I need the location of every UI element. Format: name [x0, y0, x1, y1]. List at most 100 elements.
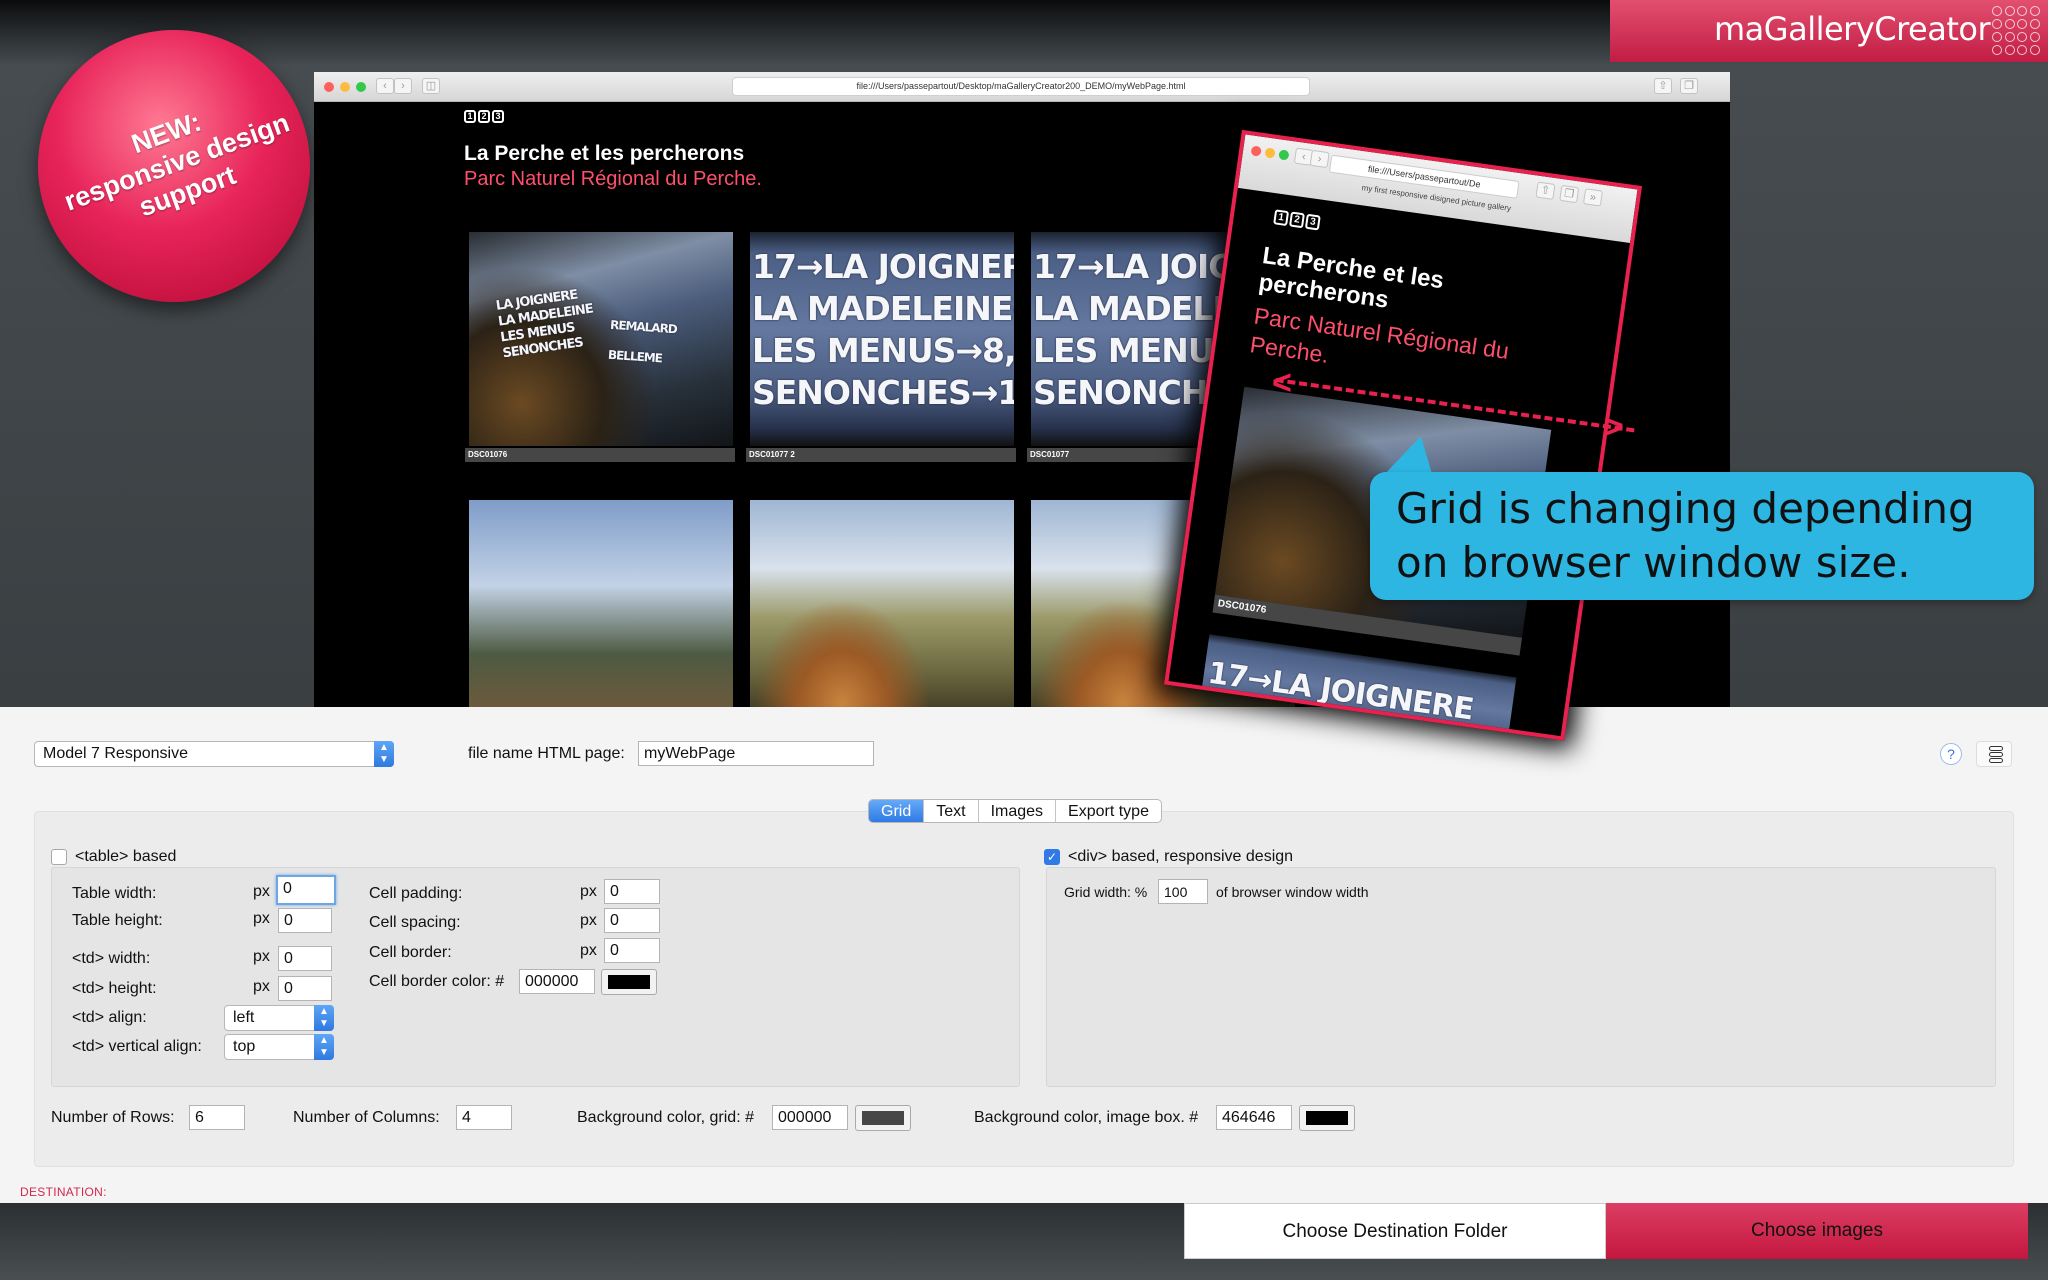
- td-height-label: <td> height:: [72, 980, 157, 997]
- bg-box-label: Background color, image box. #: [974, 1109, 1199, 1126]
- brand-header: maGalleryCreator: [1610, 0, 2048, 62]
- chevron-updown-icon: ▲ ▼: [314, 1034, 334, 1060]
- help-button[interactable]: ?: [1940, 743, 1962, 765]
- color-swatch-fill: [862, 1111, 904, 1125]
- px-unit: px: [580, 942, 597, 959]
- cell-border-color-label: Cell border color: #: [369, 973, 505, 990]
- td-width-label: <td> width:: [72, 950, 151, 967]
- px-unit: px: [253, 978, 270, 995]
- destination-label: DESTINATION:: [20, 1185, 107, 1199]
- close-light-icon: [324, 82, 334, 92]
- minimize-light-icon: [340, 82, 350, 92]
- arrow-right-icon: >: [1604, 408, 1624, 446]
- cell-spacing-label: Cell spacing:: [369, 914, 461, 931]
- grid-width-label: Grid width: %: [1064, 884, 1148, 900]
- share-icon: ⇧: [1654, 78, 1672, 94]
- thumbnail-caption: DSC01076: [465, 448, 735, 462]
- bg-box-swatch[interactable]: [1299, 1105, 1355, 1131]
- gallery-thumbnail: [469, 500, 733, 708]
- td-align-label: <td> align:: [72, 1009, 147, 1026]
- choose-destination-button[interactable]: Choose Destination Folder: [1184, 1203, 1606, 1259]
- cell-spacing-input[interactable]: 0: [604, 908, 660, 933]
- td-align-select[interactable]: left ▲ ▼: [224, 1005, 334, 1031]
- tab-grid[interactable]: Grid: [869, 800, 925, 822]
- arrow-left-icon: <: [1272, 364, 1292, 402]
- gallery-thumbnail: 17→LA JOIGNERELA MADELEINE-BOUVET→4,6LES…: [750, 232, 1014, 446]
- table-width-input[interactable]: 0: [276, 875, 336, 905]
- px-unit: px: [580, 912, 597, 929]
- td-width-input[interactable]: 0: [278, 946, 332, 971]
- close-light-icon: [1250, 145, 1262, 157]
- back-icon: ‹: [376, 78, 394, 94]
- tab-images[interactable]: Images: [979, 800, 1057, 822]
- browser-toolbar: ‹ › ◫ file:///Users/passepartout/Desktop…: [314, 72, 1730, 102]
- rows-input[interactable]: 6: [189, 1105, 245, 1130]
- zoom-light-icon: [356, 82, 366, 92]
- more-icon: »: [1582, 188, 1604, 207]
- file-name-input[interactable]: myWebPage: [638, 741, 874, 766]
- settings-panel: Model 7 Responsive ▲ ▼ file name HTML pag…: [0, 707, 2048, 1203]
- table-based-checkbox[interactable]: [51, 849, 67, 865]
- td-height-input[interactable]: 0: [278, 976, 332, 1001]
- forward-icon: ›: [1309, 149, 1330, 169]
- table-height-input[interactable]: 0: [278, 908, 332, 933]
- table-width-label: Table width:: [72, 885, 157, 902]
- brand-name: maGalleryCreator: [1714, 10, 1991, 48]
- callout-line-1: Grid is changing depending: [1396, 484, 1975, 533]
- forward-icon: ›: [394, 78, 412, 94]
- model-select[interactable]: Model 7 Responsive ▲ ▼: [34, 741, 394, 767]
- bg-grid-label: Background color, grid: #: [577, 1109, 754, 1126]
- div-based-checkbox[interactable]: ✓: [1044, 849, 1060, 865]
- rows-label: Number of Rows:: [51, 1109, 175, 1126]
- share-icon: ⇧: [1535, 181, 1556, 200]
- bg-box-input[interactable]: 464646: [1216, 1105, 1292, 1130]
- color-swatch-fill: [608, 975, 650, 989]
- cell-padding-input[interactable]: 0: [604, 879, 660, 904]
- tab-text[interactable]: Text: [924, 800, 979, 822]
- tabs-icon: ❐: [1559, 184, 1580, 204]
- cell-border-color-input[interactable]: 000000: [519, 969, 595, 994]
- cell-border-label: Cell border:: [369, 944, 452, 961]
- gallery-thumbnail: LA JOIGNERE LA MADELEINE LES MENUS SENONCHE…: [469, 232, 733, 446]
- tabs-icon: ❐: [1680, 78, 1698, 94]
- grid-width-suffix: of browser window width: [1216, 884, 1369, 900]
- columns-label: Number of Columns:: [293, 1109, 440, 1126]
- new-feature-badge: NEW: responsive design support: [38, 30, 310, 302]
- cell-padding-label: Cell padding:: [369, 885, 463, 902]
- chevron-updown-icon: ▲ ▼: [314, 1005, 334, 1031]
- px-unit: px: [580, 883, 597, 900]
- gallery-logo: 1 2 3: [464, 110, 504, 123]
- table-height-label: Table height:: [72, 912, 163, 929]
- settings-tabs: Grid Text Images Export type: [868, 799, 1162, 823]
- gallery-title: La Perche et les percherons: [464, 142, 745, 165]
- px-unit: px: [253, 910, 270, 927]
- table-based-label: <table> based: [75, 848, 177, 865]
- gallery-thumbnail: [750, 500, 1014, 708]
- columns-input[interactable]: 4: [456, 1105, 512, 1130]
- px-unit: px: [253, 948, 270, 965]
- minimize-light-icon: [1264, 147, 1276, 159]
- tab-export-type[interactable]: Export type: [1056, 800, 1161, 822]
- div-based-label: <div> based, responsive design: [1068, 848, 1294, 865]
- gallery-logo: 1 2 3: [1273, 209, 1321, 231]
- info-callout: Grid is changing depending on browser wi…: [1370, 472, 2034, 600]
- color-swatch-fill: [1306, 1111, 1348, 1125]
- bg-grid-input[interactable]: 000000: [772, 1105, 848, 1130]
- zoom-light-icon: [1278, 149, 1290, 161]
- chevron-updown-icon: ▲ ▼: [374, 741, 394, 767]
- thumbnail-caption: DSC01077 2: [746, 448, 1016, 462]
- td-valign-select[interactable]: top ▲ ▼: [224, 1034, 334, 1060]
- px-unit: px: [253, 883, 270, 900]
- grid-width-input[interactable]: 100: [1158, 879, 1208, 904]
- choose-images-button[interactable]: Choose images: [1606, 1203, 2028, 1259]
- database-icon[interactable]: [1976, 741, 2012, 767]
- gallery-subtitle: Parc Naturel Régional du Perche.: [464, 168, 762, 190]
- cell-border-color-swatch[interactable]: [601, 969, 657, 995]
- td-valign-label: <td> vertical align:: [72, 1038, 202, 1055]
- cell-border-input[interactable]: 0: [604, 938, 660, 963]
- file-name-label: file name HTML page:: [468, 745, 625, 762]
- sidebar-icon: ◫: [422, 78, 440, 94]
- bg-grid-swatch[interactable]: [855, 1105, 911, 1131]
- brand-dots-icon: [1992, 6, 2040, 56]
- badge-text: NEW: responsive design support: [44, 76, 311, 249]
